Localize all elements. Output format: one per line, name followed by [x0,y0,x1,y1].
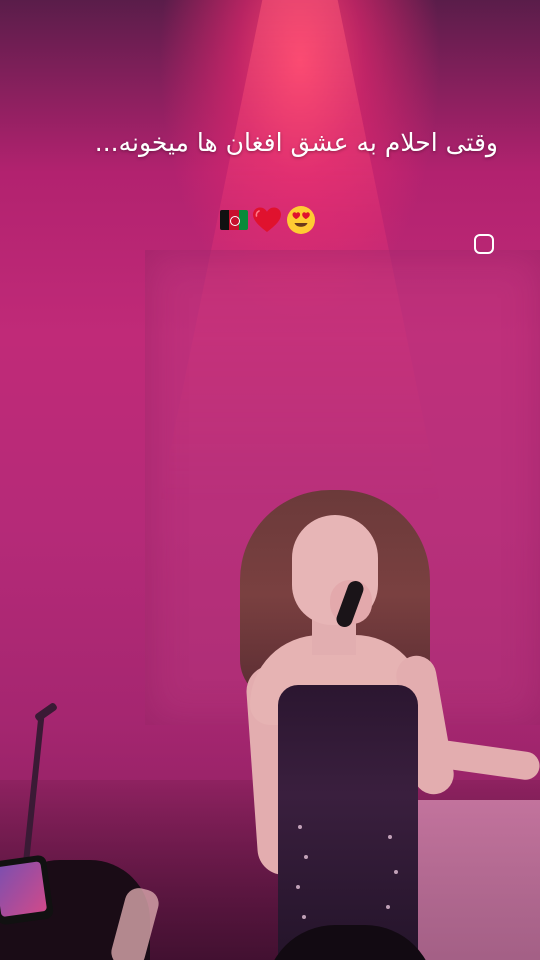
audience-phone-screen [0,861,48,918]
sequin [298,825,302,829]
mic-stand-head [33,701,59,723]
singer-figure [230,485,540,960]
video-caption: وقتی احلام به عشق افغان ها میخونه... [94,128,498,157]
sequin [386,905,390,909]
sequin [394,870,398,874]
sequin [388,835,392,839]
singer-dress [278,685,418,960]
heart-eyes-face-icon [286,205,316,235]
afghanistan-flag-icon [220,210,248,230]
sequin [296,885,300,889]
sequin [304,855,308,859]
audience-phone [0,854,55,926]
red-heart-icon [252,206,282,234]
sequin [302,915,306,919]
emoji-row [220,204,316,236]
video-frame: وقتی احلام به عشق افغان ها میخونه... [0,0,540,960]
record-square-icon[interactable] [474,234,494,254]
